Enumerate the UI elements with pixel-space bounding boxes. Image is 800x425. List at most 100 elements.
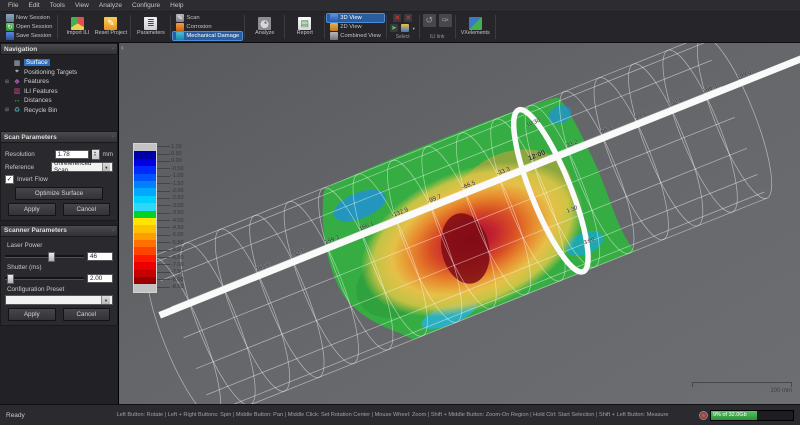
vxelements-icon <box>469 17 482 30</box>
select-group: ✕ ✕ ➤ ▼ Select <box>388 13 418 41</box>
scanner-parameters-title: Scanner Parameters <box>4 227 67 234</box>
reset-project-label: Reset Project <box>95 31 127 37</box>
scale-bar-line <box>692 382 792 387</box>
scanner-cancel-button[interactable]: Cancel <box>63 308 111 321</box>
view-3d-button[interactable]: 3D View <box>327 14 384 22</box>
tree-expander-icon[interactable]: ⊞ <box>4 107 10 113</box>
view-2d-button[interactable]: 2D View <box>327 23 384 31</box>
report-icon: ▤ <box>298 17 311 30</box>
toolbar-separator <box>386 15 387 39</box>
sidebar-collapse-icon[interactable]: ‹ <box>121 44 124 52</box>
tree-item-recycle-bin[interactable]: ⊞♻Recycle Bin <box>4 106 118 116</box>
mouse-help-text: Left Button: Rotate | Left + Right Butto… <box>94 412 691 418</box>
tree-item-features[interactable]: ⊞❖Features <box>4 77 118 87</box>
save-session-button[interactable]: Save Session <box>3 32 55 40</box>
scan-label: Scan <box>186 15 199 21</box>
optimize-surface-button[interactable]: Optimize Surface <box>15 187 103 200</box>
tree-item-ili-features[interactable]: ▥ILI Features <box>4 87 118 97</box>
legend-tick-label: -7.50 <box>171 269 184 275</box>
resolution-input[interactable]: 1.78 <box>55 150 89 159</box>
analyze-icon: ◔ <box>258 17 271 30</box>
tree-item-positioning-targets[interactable]: ⌖Positioning Targets <box>4 68 118 78</box>
corrosion-mode-button[interactable]: Corrosion <box>173 23 242 31</box>
scan-parameters-title: Scan Parameters <box>4 134 57 141</box>
ili-link-icon[interactable]: ↺ <box>423 14 436 27</box>
shutter-input[interactable]: 2.00 <box>87 274 113 283</box>
report-label: Report <box>297 31 313 37</box>
scale-bar-label: 100 mm <box>692 388 792 394</box>
menu-item-edit[interactable]: Edit <box>23 1 44 10</box>
analyze-button[interactable]: ◔Analyze <box>248 17 281 37</box>
panel-pin-icon[interactable]: ▫ <box>112 228 114 234</box>
report-button[interactable]: ▤Report <box>288 17 321 37</box>
view-combined-button[interactable]: Combined View <box>327 32 384 40</box>
reset-project-button[interactable]: ✎Reset Project <box>94 17 127 37</box>
laser-power-input[interactable]: 46 <box>87 252 113 261</box>
select-dropdown-arrow[interactable]: ▼ <box>412 26 416 31</box>
distances-icon: ↔ <box>13 97 21 104</box>
mechanical-damage-mode-button[interactable]: Mechanical Damage <box>173 32 242 40</box>
legend-tick-label: -5.00 <box>171 232 184 238</box>
reference-dropdown[interactable]: Unreferenced Scan ▼ <box>51 162 113 172</box>
delete-selection-icon[interactable]: ✕ <box>404 14 412 22</box>
menu-item-tools[interactable]: Tools <box>45 1 70 10</box>
pipe-3d-scene[interactable]: -33.3-66.5-99.7-132.9-166.1-199.3-232.5-… <box>119 43 800 404</box>
scan-icon: ✎ <box>176 14 184 22</box>
legend-leader-line <box>157 183 170 184</box>
configuration-preset-dropdown[interactable]: ▼ <box>5 295 113 305</box>
scanner-parameters-header[interactable]: Scanner Parameters ▫ <box>0 225 118 237</box>
menu-item-file[interactable]: File <box>3 1 23 10</box>
scan-mode-button[interactable]: ✎Scan <box>173 14 242 22</box>
legend-leader-line <box>157 213 170 214</box>
viewport-3d[interactable]: -33.3-66.5-99.7-132.9-166.1-199.3-232.5-… <box>119 43 800 404</box>
navigation-panel: Navigation ▫ ▦Surface ⌖Positioning Targe… <box>0 43 118 127</box>
legend-tick-label: -3.50 <box>171 210 184 216</box>
ili-unlink-icon[interactable]: ✑ <box>439 14 452 27</box>
laser-power-slider[interactable] <box>5 251 84 261</box>
resolution-spinner[interactable]: ▲▼ <box>92 149 100 160</box>
selection-layers-icon[interactable] <box>401 24 409 32</box>
tree-item-distances[interactable]: ↔Distances <box>4 96 118 106</box>
open-session-label: Open Session <box>16 24 52 30</box>
legend-leader-line <box>157 168 170 169</box>
legend-tick-label: -1.50 <box>171 181 184 187</box>
legend-tick-label: -8.50 <box>171 284 184 290</box>
open-session-button[interactable]: ↻Open Session <box>3 23 55 31</box>
toolbar-separator <box>284 15 285 39</box>
legend-leader-line <box>157 146 170 147</box>
navigation-tree: ▦Surface ⌖Positioning Targets ⊞❖Features… <box>0 55 118 127</box>
tree-expander-icon[interactable]: ⊞ <box>4 79 10 85</box>
tree-item-surface[interactable]: ▦Surface <box>4 58 118 68</box>
menu-item-help[interactable]: Help <box>165 1 188 10</box>
legend-swatch <box>134 203 156 210</box>
menu-item-view[interactable]: View <box>70 1 94 10</box>
legend-tick-label: -0.50 <box>171 166 184 172</box>
panel-pin-icon[interactable]: ▫ <box>112 134 114 140</box>
invert-flow-checkbox[interactable]: ✓ <box>5 175 14 184</box>
view-combined-label: Combined View <box>340 33 381 39</box>
legend-swatch <box>134 181 156 188</box>
scan-apply-button[interactable]: Apply <box>8 203 56 216</box>
scanner-apply-button[interactable]: Apply <box>8 308 56 321</box>
panel-pin-icon[interactable]: ▫ <box>112 46 114 52</box>
memory-usage-text: 9% of 32.0Gb <box>713 411 747 420</box>
new-session-button[interactable]: New Session <box>3 14 55 22</box>
parameters-button[interactable]: ≣Parameters <box>134 17 167 37</box>
pick-arrow-icon[interactable]: ➤ <box>390 24 398 32</box>
scale-bar: 100 mm <box>692 382 792 394</box>
dropdown-arrow-icon: ▼ <box>102 163 110 171</box>
toolbar-separator <box>130 15 131 39</box>
menu-item-configure[interactable]: Configure <box>127 1 165 10</box>
shutter-slider[interactable] <box>5 273 84 283</box>
navigation-panel-header[interactable]: Navigation ▫ <box>0 43 118 55</box>
menu-item-analyze[interactable]: Analyze <box>94 1 127 10</box>
legend-tick-label: -7.00 <box>171 262 184 268</box>
recycle-bin-icon: ♻ <box>13 106 21 114</box>
scan-cancel-button[interactable]: Cancel <box>63 203 111 216</box>
pipe-group: -33.3-66.5-99.7-132.9-166.1-199.3-232.5-… <box>132 43 800 404</box>
import-ili-button[interactable]: Import ILI <box>61 17 94 37</box>
vxelements-button[interactable]: VXelements <box>459 17 492 37</box>
laser-power-label: Laser Power <box>7 242 113 249</box>
clear-selection-icon[interactable]: ✕ <box>393 14 401 22</box>
scan-parameters-header[interactable]: Scan Parameters ▫ <box>0 131 118 143</box>
